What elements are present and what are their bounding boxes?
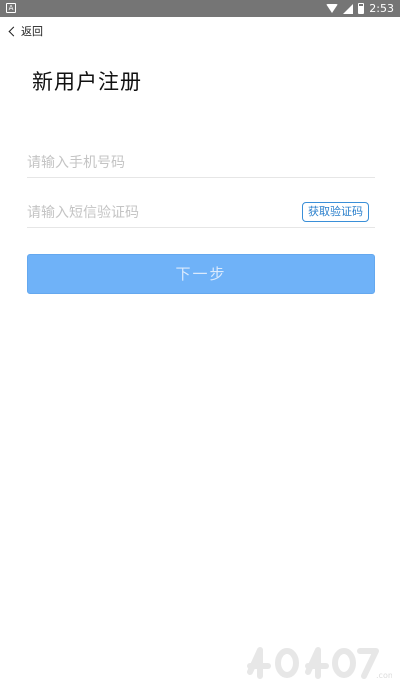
signal-icon — [343, 3, 354, 14]
get-code-button[interactable]: 获取验证码 — [302, 202, 369, 222]
battery-icon — [358, 3, 365, 14]
wifi-icon — [326, 4, 339, 13]
svg-text:.com: .com — [376, 671, 392, 680]
next-step-button[interactable]: 下一步 — [27, 254, 375, 294]
status-time: 2:53 — [369, 2, 394, 15]
code-field: 获取验证码 — [27, 198, 375, 228]
status-bar: A 2:53 — [0, 0, 400, 17]
back-button[interactable]: 返回 — [8, 24, 43, 38]
status-icons: 2:53 — [326, 1, 394, 16]
notification-icon: A — [6, 3, 16, 13]
page-title: 新用户注册 — [32, 70, 142, 94]
chevron-left-icon — [8, 26, 19, 36]
phone-input[interactable] — [27, 152, 297, 174]
watermark-logo: .com — [247, 647, 392, 680]
sms-code-input[interactable] — [27, 202, 297, 224]
back-label: 返回 — [21, 25, 43, 38]
phone-field — [27, 148, 375, 178]
